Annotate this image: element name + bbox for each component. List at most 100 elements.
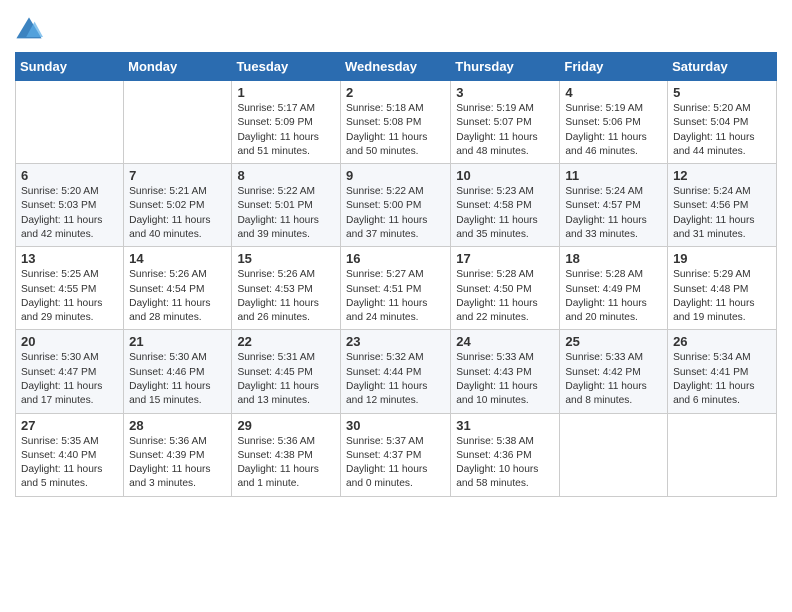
calendar-cell: 18 Sunrise: 5:28 AM Sunset: 4:49 PM Dayli…: [560, 247, 668, 330]
calendar-cell: 13 Sunrise: 5:25 AM Sunset: 4:55 PM Dayli…: [16, 247, 124, 330]
day-info: Sunrise: 5:30 AM Sunset: 4:46 PM Dayligh…: [129, 351, 226, 408]
calendar-cell: 22 Sunrise: 5:31 AM Sunset: 4:45 PM Dayli…: [232, 330, 341, 413]
calendar-cell: 17 Sunrise: 5:28 AM Sunset: 4:50 PM Dayli…: [451, 247, 560, 330]
day-number: 13: [21, 251, 118, 266]
day-number: 3: [456, 85, 554, 100]
day-number: 21: [129, 334, 226, 349]
day-info: Sunrise: 5:37 AM Sunset: 4:37 PM Dayligh…: [346, 435, 445, 492]
day-number: 17: [456, 251, 554, 266]
calendar-cell: 11 Sunrise: 5:24 AM Sunset: 4:57 PM Dayli…: [560, 164, 668, 247]
calendar-cell: 28 Sunrise: 5:36 AM Sunset: 4:39 PM Dayli…: [124, 413, 232, 496]
day-number: 7: [129, 168, 226, 183]
calendar-cell: 27 Sunrise: 5:35 AM Sunset: 4:40 PM Dayli…: [16, 413, 124, 496]
day-info: Sunrise: 5:22 AM Sunset: 5:00 PM Dayligh…: [346, 185, 445, 242]
day-number: 23: [346, 334, 445, 349]
day-info: Sunrise: 5:30 AM Sunset: 4:47 PM Dayligh…: [21, 351, 118, 408]
day-info: Sunrise: 5:27 AM Sunset: 4:51 PM Dayligh…: [346, 268, 445, 325]
calendar-cell: 7 Sunrise: 5:21 AM Sunset: 5:02 PM Daylig…: [124, 164, 232, 247]
day-number: 20: [21, 334, 118, 349]
day-number: 8: [237, 168, 335, 183]
weekday-header-thursday: Thursday: [451, 53, 560, 81]
week-row-4: 20 Sunrise: 5:30 AM Sunset: 4:47 PM Dayli…: [16, 330, 777, 413]
weekday-header-row: SundayMondayTuesdayWednesdayThursdayFrid…: [16, 53, 777, 81]
day-info: Sunrise: 5:38 AM Sunset: 4:36 PM Dayligh…: [456, 435, 554, 492]
day-info: Sunrise: 5:35 AM Sunset: 4:40 PM Dayligh…: [21, 435, 118, 492]
day-info: Sunrise: 5:31 AM Sunset: 4:45 PM Dayligh…: [237, 351, 335, 408]
page-header: [15, 10, 777, 44]
day-info: Sunrise: 5:21 AM Sunset: 5:02 PM Dayligh…: [129, 185, 226, 242]
calendar-cell: [16, 81, 124, 164]
day-info: Sunrise: 5:28 AM Sunset: 4:50 PM Dayligh…: [456, 268, 554, 325]
calendar-cell: 9 Sunrise: 5:22 AM Sunset: 5:00 PM Daylig…: [341, 164, 451, 247]
day-number: 30: [346, 418, 445, 433]
calendar-cell: 26Sunrise: 5:34 AM Sunset: 4:41 PM Dayli…: [668, 330, 777, 413]
calendar-cell: 24 Sunrise: 5:33 AM Sunset: 4:43 PM Dayli…: [451, 330, 560, 413]
calendar-cell: 1 Sunrise: 5:17 AM Sunset: 5:09 PM Daylig…: [232, 81, 341, 164]
day-number: 12: [673, 168, 771, 183]
day-number: 10: [456, 168, 554, 183]
week-row-3: 13 Sunrise: 5:25 AM Sunset: 4:55 PM Dayli…: [16, 247, 777, 330]
calendar-cell: 6 Sunrise: 5:20 AM Sunset: 5:03 PM Daylig…: [16, 164, 124, 247]
day-number: 24: [456, 334, 554, 349]
calendar-cell: 14Sunrise: 5:26 AM Sunset: 4:54 PM Dayli…: [124, 247, 232, 330]
calendar-cell: 12 Sunrise: 5:24 AM Sunset: 4:56 PM Dayli…: [668, 164, 777, 247]
day-number: 9: [346, 168, 445, 183]
weekday-header-sunday: Sunday: [16, 53, 124, 81]
day-info: Sunrise: 5:28 AM Sunset: 4:49 PM Dayligh…: [565, 268, 662, 325]
day-info: Sunrise: 5:33 AM Sunset: 4:43 PM Dayligh…: [456, 351, 554, 408]
calendar-cell: 20 Sunrise: 5:30 AM Sunset: 4:47 PM Dayli…: [16, 330, 124, 413]
day-info: Sunrise: 5:23 AM Sunset: 4:58 PM Dayligh…: [456, 185, 554, 242]
calendar-cell: 23 Sunrise: 5:32 AM Sunset: 4:44 PM Dayli…: [341, 330, 451, 413]
calendar-cell: 30 Sunrise: 5:37 AM Sunset: 4:37 PM Dayli…: [341, 413, 451, 496]
day-number: 15: [237, 251, 335, 266]
week-row-1: 1 Sunrise: 5:17 AM Sunset: 5:09 PM Daylig…: [16, 81, 777, 164]
day-info: Sunrise: 5:36 AM Sunset: 4:38 PM Dayligh…: [237, 435, 335, 492]
day-info: Sunrise: 5:22 AM Sunset: 5:01 PM Dayligh…: [237, 185, 335, 242]
logo-icon: [15, 16, 43, 44]
day-number: 11: [565, 168, 662, 183]
day-info: Sunrise: 5:19 AM Sunset: 5:06 PM Dayligh…: [565, 102, 662, 159]
day-info: Sunrise: 5:17 AM Sunset: 5:09 PM Dayligh…: [237, 102, 335, 159]
calendar-cell: [124, 81, 232, 164]
day-number: 29: [237, 418, 335, 433]
calendar-cell: [560, 413, 668, 496]
day-number: 31: [456, 418, 554, 433]
day-info: Sunrise: 5:36 AM Sunset: 4:39 PM Dayligh…: [129, 435, 226, 492]
calendar-cell: 5 Sunrise: 5:20 AM Sunset: 5:04 PM Daylig…: [668, 81, 777, 164]
calendar-table: SundayMondayTuesdayWednesdayThursdayFrid…: [15, 52, 777, 497]
day-number: 26: [673, 334, 771, 349]
calendar-cell: 19Sunrise: 5:29 AM Sunset: 4:48 PM Dayli…: [668, 247, 777, 330]
calendar-cell: 16Sunrise: 5:27 AM Sunset: 4:51 PM Dayli…: [341, 247, 451, 330]
calendar-cell: 3Sunrise: 5:19 AM Sunset: 5:07 PM Daylig…: [451, 81, 560, 164]
day-info: Sunrise: 5:29 AM Sunset: 4:48 PM Dayligh…: [673, 268, 771, 325]
day-info: Sunrise: 5:25 AM Sunset: 4:55 PM Dayligh…: [21, 268, 118, 325]
day-number: 1: [237, 85, 335, 100]
calendar-cell: 21 Sunrise: 5:30 AM Sunset: 4:46 PM Dayli…: [124, 330, 232, 413]
day-info: Sunrise: 5:24 AM Sunset: 4:56 PM Dayligh…: [673, 185, 771, 242]
weekday-header-wednesday: Wednesday: [341, 53, 451, 81]
day-number: 25: [565, 334, 662, 349]
weekday-header-monday: Monday: [124, 53, 232, 81]
logo: [15, 16, 45, 44]
day-info: Sunrise: 5:20 AM Sunset: 5:04 PM Dayligh…: [673, 102, 771, 159]
day-number: 2: [346, 85, 445, 100]
day-info: Sunrise: 5:32 AM Sunset: 4:44 PM Dayligh…: [346, 351, 445, 408]
day-info: Sunrise: 5:20 AM Sunset: 5:03 PM Dayligh…: [21, 185, 118, 242]
day-number: 4: [565, 85, 662, 100]
day-info: Sunrise: 5:24 AM Sunset: 4:57 PM Dayligh…: [565, 185, 662, 242]
day-number: 27: [21, 418, 118, 433]
day-info: Sunrise: 5:33 AM Sunset: 4:42 PM Dayligh…: [565, 351, 662, 408]
calendar-cell: 15 Sunrise: 5:26 AM Sunset: 4:53 PM Dayli…: [232, 247, 341, 330]
day-number: 6: [21, 168, 118, 183]
week-row-2: 6 Sunrise: 5:20 AM Sunset: 5:03 PM Daylig…: [16, 164, 777, 247]
calendar-cell: 29 Sunrise: 5:36 AM Sunset: 4:38 PM Dayli…: [232, 413, 341, 496]
day-number: 5: [673, 85, 771, 100]
day-info: Sunrise: 5:18 AM Sunset: 5:08 PM Dayligh…: [346, 102, 445, 159]
day-number: 18: [565, 251, 662, 266]
day-number: 22: [237, 334, 335, 349]
day-info: Sunrise: 5:26 AM Sunset: 4:53 PM Dayligh…: [237, 268, 335, 325]
day-info: Sunrise: 5:26 AM Sunset: 4:54 PM Dayligh…: [129, 268, 226, 325]
calendar-cell: 8 Sunrise: 5:22 AM Sunset: 5:01 PM Daylig…: [232, 164, 341, 247]
day-number: 28: [129, 418, 226, 433]
calendar-cell: 10 Sunrise: 5:23 AM Sunset: 4:58 PM Dayli…: [451, 164, 560, 247]
